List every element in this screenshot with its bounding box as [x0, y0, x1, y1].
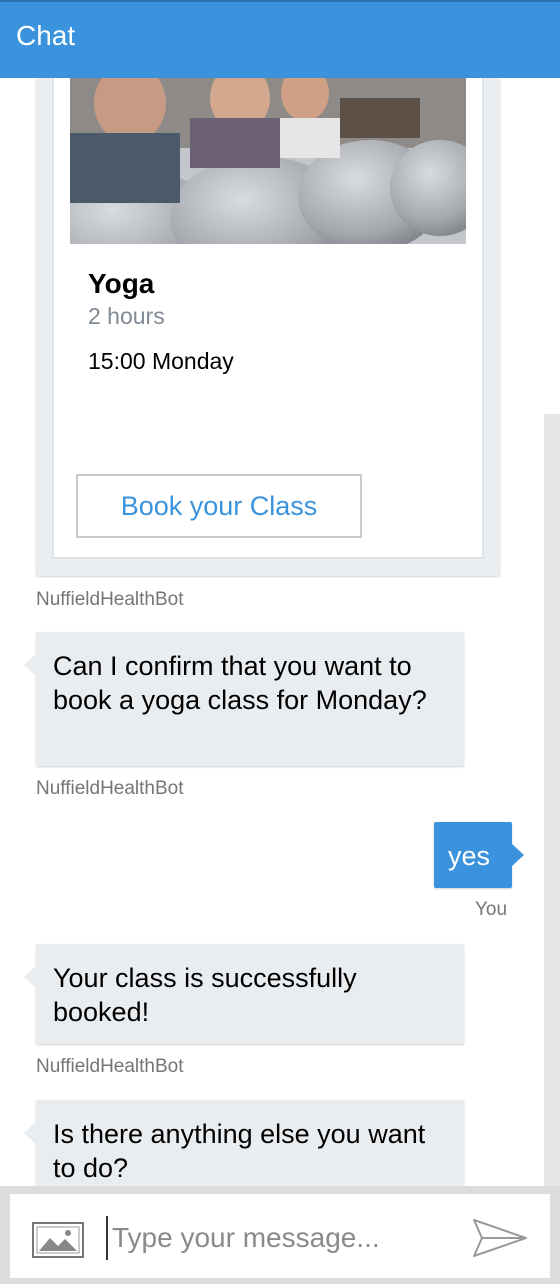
sender-label: NuffieldHealthBot	[36, 778, 184, 799]
hero-card-attachment: Yoga 2 hours 15:00 Monday Book your Clas…	[36, 78, 500, 576]
book-class-button[interactable]: Book your Class	[76, 474, 362, 538]
page-title: Chat	[16, 20, 76, 51]
bot-message: Can I confirm that you want to book a yo…	[24, 632, 464, 766]
scrollbar[interactable]	[544, 414, 560, 1186]
message-input[interactable]	[106, 1216, 446, 1260]
message-text: Can I confirm that you want to book a yo…	[53, 651, 427, 715]
bot-message: Is there anything else you want to do?	[24, 1100, 464, 1200]
card-title: Yoga	[88, 268, 155, 299]
sender-label: NuffieldHealthBot	[36, 589, 184, 610]
bot-message: Your class is successfully booked!	[24, 944, 464, 1044]
message-text: yes	[448, 841, 491, 871]
hero-card: Yoga 2 hours 15:00 Monday Book your Clas…	[52, 78, 484, 559]
card-image	[70, 78, 466, 244]
message-composer	[0, 1186, 560, 1284]
image-icon[interactable]	[32, 1222, 84, 1258]
message-text: Is there anything else you want to do?	[53, 1119, 426, 1183]
card-schedule-text: 15:00 Monday	[88, 348, 234, 374]
fitness-class-photo	[70, 78, 466, 244]
user-message: yes	[434, 822, 524, 888]
send-icon[interactable]	[472, 1218, 528, 1258]
card-subtitle: 2 hours	[88, 303, 165, 329]
composer-inner	[10, 1194, 550, 1278]
message-text: Your class is successfully booked!	[53, 963, 357, 1027]
sender-label: NuffieldHealthBot	[36, 1056, 184, 1077]
chat-header: Chat	[0, 0, 560, 78]
sender-label: You	[475, 899, 508, 920]
